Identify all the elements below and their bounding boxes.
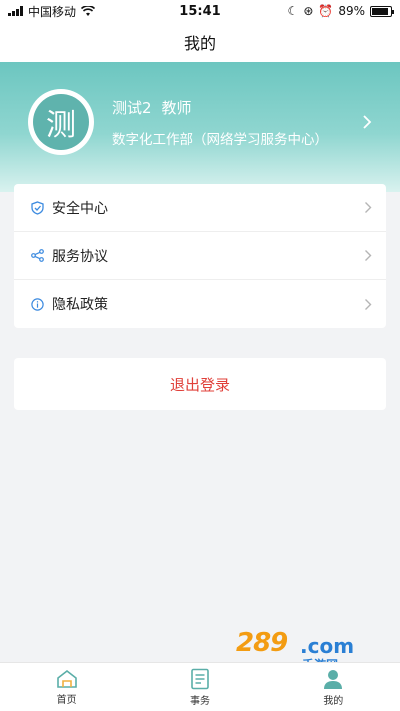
status-bar: 中国移动 15:41 ☾ ⊛ ⏰ 89% [0, 0, 400, 22]
alarm-icon: ⏰ [318, 4, 334, 18]
profile-name-row: 测试2 教师 [112, 97, 362, 118]
carrier-label: 中国移动 [28, 4, 77, 19]
wifi-icon [81, 5, 96, 16]
watermark-number: 289 [236, 628, 288, 658]
tab-label: 事务 [189, 695, 210, 707]
shield-icon [30, 200, 44, 215]
tab-mine[interactable]: 我的 [267, 663, 400, 711]
signal-icon [8, 6, 23, 16]
chevron-right-icon [365, 202, 372, 213]
tab-affairs[interactable]: 事务 [133, 663, 266, 711]
status-left: 中国移动 [8, 3, 96, 20]
nav-bar: 我的 [0, 22, 400, 62]
share-icon [30, 249, 44, 263]
profile-card[interactable]: 测 测试2 教师 数字化工作部（网络学习服务中心） [0, 62, 400, 182]
avatar: 测 [28, 89, 94, 155]
menu-item-label: 安全中心 [52, 200, 108, 217]
battery-icon [370, 5, 394, 17]
profile-info: 测试2 教师 数字化工作部（网络学习服务中心） [112, 97, 362, 148]
person-icon [324, 669, 343, 689]
home-icon [56, 669, 77, 688]
menu-item-label: 隐私政策 [52, 297, 108, 313]
menu-item-privacy-policy[interactable]: 隐私政策 [14, 280, 386, 328]
chevron-right-icon [363, 115, 372, 129]
user-department: 数字化工作部（网络学习服务中心） [112, 131, 328, 148]
tab-label: 首页 [56, 694, 77, 706]
user-role: 教师 [161, 98, 192, 117]
info-icon [30, 297, 44, 311]
logout-button[interactable]: 退出登录 [14, 358, 386, 410]
lock-rotation-icon: ⊛ [303, 4, 314, 18]
battery-percent: 89% [338, 4, 365, 18]
chevron-right-icon [365, 298, 372, 310]
menu-item-security-center[interactable]: 安全中心 [14, 184, 386, 232]
bottom-tab-bar: 首页 事务 我的 [0, 662, 400, 711]
settings-menu: 安全中心 服务协议 隐私政策 [14, 184, 386, 328]
page-title: 我的 [183, 34, 216, 53]
menu-item-label: 服务协议 [52, 248, 108, 265]
moon-icon: ☾ [287, 4, 299, 18]
document-icon [191, 668, 209, 689]
logout-label: 退出登录 [169, 375, 230, 394]
status-right: ☾ ⊛ ⏰ 89% [287, 4, 394, 18]
tab-home[interactable]: 首页 [0, 663, 133, 711]
watermark-domain: .com [300, 634, 355, 658]
tab-label: 我的 [323, 695, 344, 707]
chevron-right-icon [365, 250, 372, 261]
user-name: 测试2 [112, 98, 152, 117]
avatar-letter: 测 [33, 94, 89, 150]
menu-item-service-agreement[interactable]: 服务协议 [14, 232, 386, 280]
